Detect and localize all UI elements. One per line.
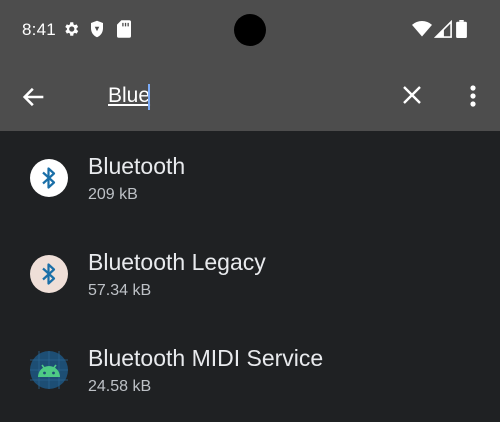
bluetooth-legacy-icon <box>30 255 68 293</box>
app-size: 57.34 kB <box>88 282 152 299</box>
app-size: 24.58 kB <box>88 378 152 395</box>
app-list: Bluetooth 209 kB Bluetooth Legacy 57.34 … <box>0 131 500 419</box>
bluetooth-icon <box>30 159 68 197</box>
arrow-back-icon[interactable] <box>20 83 48 111</box>
text-cursor <box>148 84 150 110</box>
list-item-bluetooth-midi-service[interactable]: Bluetooth MIDI Service 24.58 kB <box>0 323 500 419</box>
status-bar: 8:41 <box>0 0 500 60</box>
app-name: Bluetooth Legacy <box>88 249 266 275</box>
camera-cutout <box>234 14 266 46</box>
wifi-icon <box>412 20 432 43</box>
shield-icon <box>89 20 105 43</box>
app-name: Bluetooth <box>88 153 186 179</box>
app-name: Bluetooth MIDI Service <box>88 345 324 371</box>
gear-icon <box>62 20 80 43</box>
search-field[interactable] <box>108 81 378 111</box>
battery-icon <box>456 20 467 43</box>
search-toolbar <box>0 60 500 131</box>
close-icon[interactable] <box>400 83 426 109</box>
signal-icon <box>433 19 452 43</box>
more-vert-icon[interactable] <box>463 82 483 110</box>
status-time: 8:41 <box>22 20 56 39</box>
sd-card-icon <box>117 20 131 43</box>
app-size: 209 kB <box>88 186 138 203</box>
list-item-bluetooth[interactable]: Bluetooth 209 kB <box>0 131 500 227</box>
list-item-bluetooth-legacy[interactable]: Bluetooth Legacy 57.34 kB <box>0 227 500 323</box>
android-icon <box>30 351 68 389</box>
